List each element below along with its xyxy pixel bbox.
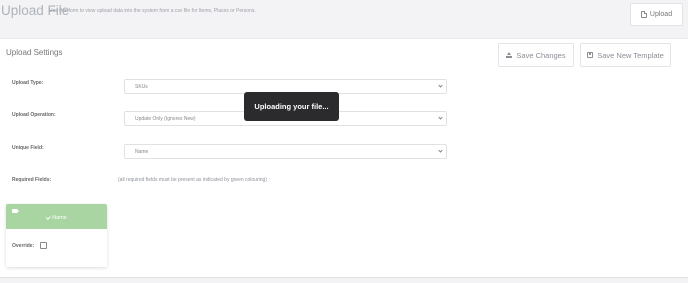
chevron-down-icon — [438, 148, 443, 153]
file-icon — [640, 11, 647, 18]
upload-arrow-icon — [506, 52, 513, 58]
floppy-disk-icon — [587, 52, 594, 58]
save-new-template-button[interactable]: Save New Template — [580, 43, 671, 67]
override-checkbox[interactable] — [40, 242, 47, 249]
uploading-toast: Uploading your file... — [244, 92, 339, 121]
required-fields-label: Required Fields: — [12, 177, 52, 183]
upload-settings-panel: Upload Settings Save Changes Save New Te… — [0, 38, 688, 278]
upload-type-label: Upload Type: — [12, 80, 44, 86]
upload-button-label: Upload — [649, 11, 673, 18]
field-card-name: Name — [6, 215, 107, 221]
unique-field-label: Unique Field: — [12, 145, 44, 151]
chevron-down-icon — [438, 115, 443, 120]
upload-button[interactable]: Upload — [630, 3, 683, 26]
save-changes-label: Save Changes — [516, 50, 566, 60]
override-label: Override: — [12, 243, 35, 249]
page-header: Upload File Use this form to view upload… — [0, 0, 688, 38]
save-changes-button[interactable]: Save Changes — [498, 43, 574, 67]
field-card-header[interactable]: Name — [6, 204, 107, 229]
save-template-label: Save New Template — [597, 50, 664, 60]
unique-field-value: Name — [135, 148, 149, 155]
tag-icon — [12, 209, 19, 213]
field-card: Name Override: — [6, 204, 107, 267]
field-card-name-label: Name — [52, 215, 67, 221]
upload-operation-label: Upload Operation: — [12, 112, 56, 118]
toast-message: Uploading your file... — [254, 102, 329, 111]
required-fields-note: (all required fields must be present as … — [118, 177, 270, 183]
upload-type-value: SKUs — [135, 83, 148, 90]
check-icon — [45, 215, 51, 220]
unique-field-select[interactable]: Name — [124, 144, 447, 159]
upload-operation-value: Update Only (Ignores New) — [135, 115, 196, 122]
chevron-down-icon — [438, 83, 443, 88]
page-description: Use this form to view upload data into t… — [49, 8, 256, 14]
panel-title: Upload Settings — [6, 48, 63, 57]
